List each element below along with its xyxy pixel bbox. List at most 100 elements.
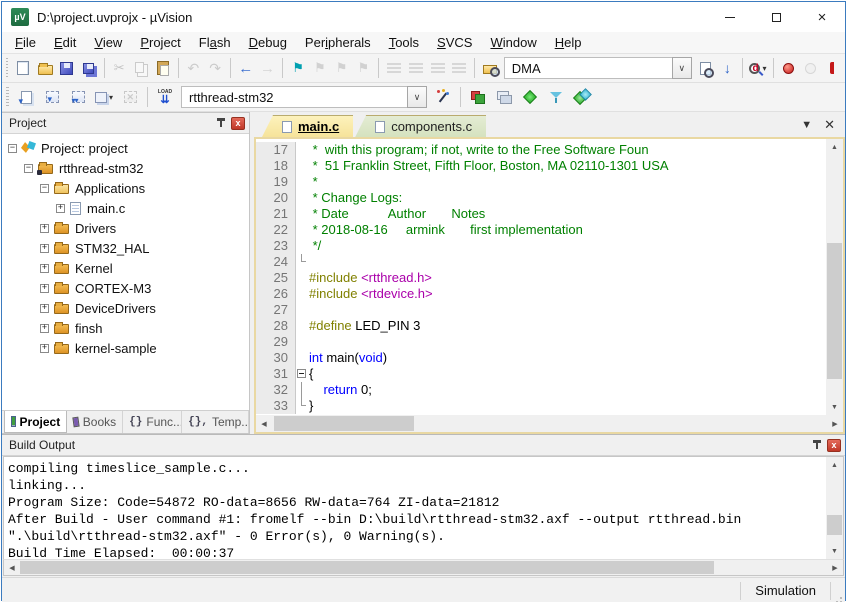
menu-debug[interactable]: Debug bbox=[240, 33, 296, 52]
close-icon[interactable]: x bbox=[231, 117, 245, 130]
code-area[interactable]: 17 * with this program; if not, write to… bbox=[256, 139, 826, 415]
find-text-combo-dropdown-icon[interactable]: ∨ bbox=[672, 57, 692, 79]
close-button[interactable]: × bbox=[799, 2, 845, 32]
tree-item-finsh[interactable]: +finsh bbox=[2, 318, 249, 338]
editor-horizontal-scrollbar[interactable]: ◀ ▶ bbox=[256, 415, 843, 432]
menu-edit[interactable]: Edit bbox=[45, 33, 85, 52]
lookup-caret-icon[interactable]: ▾ bbox=[762, 64, 766, 73]
scroll-right-icon[interactable]: ▶ bbox=[827, 415, 843, 432]
scroll-down-icon[interactable]: ▼ bbox=[826, 543, 843, 559]
expand-icon[interactable]: + bbox=[40, 344, 49, 353]
expand-icon[interactable]: + bbox=[40, 244, 49, 253]
tree-item-main-c[interactable]: +main.c bbox=[2, 198, 249, 218]
batch-build-button[interactable]: ▾ bbox=[92, 86, 116, 108]
breakpoint-clip-button[interactable] bbox=[822, 57, 842, 79]
manage-project-items-button[interactable] bbox=[466, 86, 490, 108]
navigate-back-button[interactable] bbox=[236, 57, 256, 79]
find-in-files-button[interactable] bbox=[480, 57, 500, 79]
menu-window[interactable]: Window bbox=[481, 33, 545, 52]
expand-icon[interactable]: + bbox=[40, 324, 49, 333]
pack-installer-button[interactable] bbox=[544, 86, 568, 108]
download-button[interactable] bbox=[153, 86, 177, 108]
maximize-button[interactable] bbox=[753, 2, 799, 32]
fold-margin[interactable] bbox=[296, 366, 309, 382]
open-file-button[interactable] bbox=[35, 57, 55, 79]
tree-item-stm32-hal[interactable]: +STM32_HAL bbox=[2, 238, 249, 258]
expand-icon[interactable]: + bbox=[40, 284, 49, 293]
tree-item-cortex-m3[interactable]: +CORTEX-M3 bbox=[2, 278, 249, 298]
tree-item-rtthread-stm32[interactable]: −rtthread-stm32 bbox=[2, 158, 249, 178]
menu-peripherals[interactable]: Peripherals bbox=[296, 33, 380, 52]
tree-item-kernel[interactable]: +Kernel bbox=[2, 258, 249, 278]
tree-item-project-project[interactable]: −Project: project bbox=[2, 138, 249, 158]
fold-collapse-icon[interactable] bbox=[297, 369, 306, 378]
tree-item-devicedrivers[interactable]: +DeviceDrivers bbox=[2, 298, 249, 318]
tree-item-drivers[interactable]: +Drivers bbox=[2, 218, 249, 238]
manage-workspace-button[interactable] bbox=[492, 86, 516, 108]
tree-item-kernel-sample[interactable]: +kernel-sample bbox=[2, 338, 249, 358]
bookmark-toggle-button[interactable] bbox=[288, 57, 308, 79]
translate-button[interactable] bbox=[14, 86, 38, 108]
select-software-packs-button[interactable] bbox=[518, 86, 542, 108]
scroll-thumb[interactable] bbox=[827, 243, 842, 380]
options-for-target-button[interactable] bbox=[431, 86, 455, 108]
menu-project[interactable]: Project bbox=[131, 33, 189, 52]
scroll-up-icon[interactable]: ▲ bbox=[826, 457, 843, 473]
scroll-left-icon[interactable]: ◀ bbox=[4, 559, 20, 576]
scroll-down-icon[interactable]: ▼ bbox=[826, 399, 843, 415]
minimize-button[interactable] bbox=[707, 2, 753, 32]
find-in-document-button[interactable] bbox=[696, 57, 716, 79]
scroll-up-icon[interactable]: ▲ bbox=[826, 139, 843, 155]
close-document-icon[interactable]: ✕ bbox=[824, 117, 835, 133]
scroll-right-icon[interactable]: ▶ bbox=[827, 559, 843, 576]
editor-vertical-scrollbar[interactable]: ▲ ▼ bbox=[826, 139, 843, 415]
menu-view[interactable]: View bbox=[85, 33, 131, 52]
tab-list-dropdown-icon[interactable]: ▼ bbox=[801, 119, 812, 131]
target-select-combo[interactable]: rtthread-stm32∨ bbox=[181, 86, 427, 108]
pin-icon[interactable] bbox=[812, 439, 823, 452]
scroll-left-icon[interactable]: ◀ bbox=[256, 415, 272, 432]
collapse-icon[interactable]: − bbox=[24, 164, 33, 173]
find-text-combo-value[interactable]: DMA bbox=[504, 57, 672, 79]
editor-tab-main-c[interactable]: main.c bbox=[262, 115, 353, 137]
save-all-button[interactable] bbox=[79, 57, 99, 79]
collapse-icon[interactable]: − bbox=[8, 144, 17, 153]
find-text-combo[interactable]: DMA∨ bbox=[504, 57, 692, 79]
target-select-combo-value[interactable]: rtthread-stm32 bbox=[181, 86, 407, 108]
panel-tab-project[interactable]: Project bbox=[4, 411, 67, 433]
toolbar-grip[interactable] bbox=[6, 87, 9, 107]
rebuild-button[interactable] bbox=[66, 86, 90, 108]
output-vertical-scrollbar[interactable]: ▲ ▼ bbox=[826, 457, 843, 559]
expand-icon[interactable]: + bbox=[40, 264, 49, 273]
expand-icon[interactable]: + bbox=[56, 204, 65, 213]
panel-tab-func[interactable]: {}Func... bbox=[123, 411, 182, 433]
expand-icon[interactable]: + bbox=[40, 304, 49, 313]
save-button[interactable] bbox=[57, 57, 77, 79]
pin-icon[interactable] bbox=[216, 117, 227, 130]
menu-svcs[interactable]: SVCS bbox=[428, 33, 481, 52]
output-horizontal-scrollbar[interactable]: ◀ ▶ bbox=[3, 559, 844, 576]
panel-tab-books[interactable]: Books bbox=[67, 411, 123, 433]
resize-grip[interactable] bbox=[831, 578, 845, 602]
scroll-thumb[interactable] bbox=[827, 515, 842, 535]
lookup-button[interactable]: ▾ bbox=[748, 57, 768, 79]
menu-file[interactable]: File bbox=[6, 33, 45, 52]
editor-tab-components-c[interactable]: components.c bbox=[355, 115, 486, 137]
target-select-combo-dropdown-icon[interactable]: ∨ bbox=[407, 86, 427, 108]
breakpoint-toggle-button[interactable] bbox=[779, 57, 799, 79]
scroll-thumb[interactable] bbox=[20, 561, 714, 574]
tree-item-applications[interactable]: −Applications bbox=[2, 178, 249, 198]
toolbar-grip[interactable] bbox=[6, 58, 8, 78]
collapse-icon[interactable]: − bbox=[40, 184, 49, 193]
scroll-thumb[interactable] bbox=[274, 416, 414, 431]
build-button[interactable] bbox=[40, 86, 64, 108]
manage-run-time-environment-button[interactable] bbox=[570, 86, 594, 108]
expand-icon[interactable]: + bbox=[40, 224, 49, 233]
menu-flash[interactable]: Flash bbox=[190, 33, 240, 52]
new-file-button[interactable] bbox=[13, 57, 33, 79]
menu-tools[interactable]: Tools bbox=[380, 33, 428, 52]
close-icon[interactable]: x bbox=[827, 439, 841, 452]
menu-help[interactable]: Help bbox=[546, 33, 591, 52]
paste-button[interactable] bbox=[153, 57, 173, 79]
incremental-find-button[interactable] bbox=[718, 57, 738, 79]
